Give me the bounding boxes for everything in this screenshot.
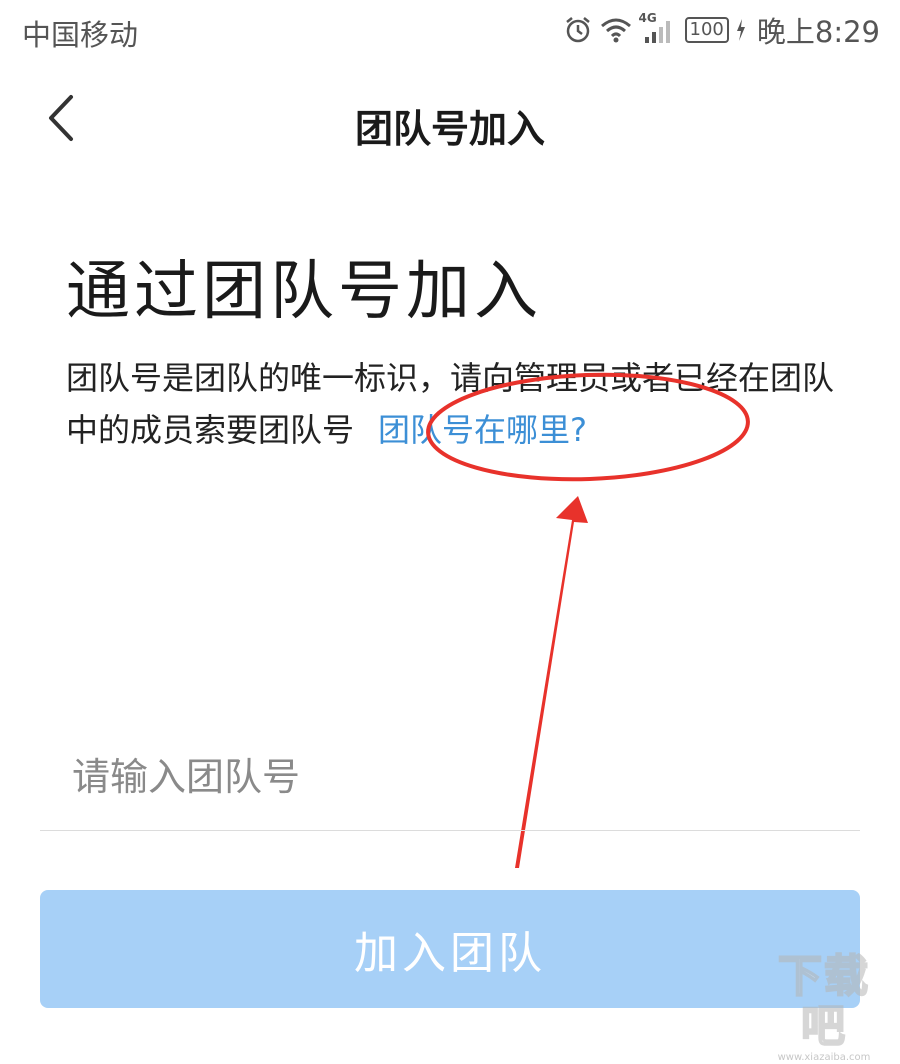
battery-level: 100 <box>684 17 729 43</box>
signal-icon: 4G <box>639 11 679 45</box>
team-number-help-link[interactable]: 团队号在哪里? <box>378 411 587 449</box>
wifi-icon <box>599 16 633 44</box>
nav-bar: 团队号加入 <box>0 70 900 180</box>
team-number-field <box>40 730 860 831</box>
charging-icon <box>735 18 747 42</box>
watermark-logo: 下载吧 <box>777 951 870 1053</box>
network-type-label: 4G <box>638 11 657 25</box>
carrier-name: 中国移动 <box>22 18 139 52</box>
status-icons: 4G 100 晚上8:29 <box>563 10 880 50</box>
join-team-button[interactable]: 加入团队 <box>40 890 860 1008</box>
description-block: 团队号是团队的唯一标识，请向管理员或者已经在团队中的成员索要团队号 团队号在哪里? <box>66 352 856 456</box>
watermark: 下载吧 www.xiazaiba.com <box>756 951 892 1064</box>
alarm-icon <box>563 15 593 45</box>
section-heading: 通过团队号加入 <box>66 255 542 329</box>
battery-icon: 100 <box>684 17 729 43</box>
clock-time: 晚上8:29 <box>756 15 880 49</box>
page-title: 团队号加入 <box>354 107 545 151</box>
team-number-input[interactable] <box>70 746 834 808</box>
status-bar: 中国移动 4G 100 晚上8:29 <box>0 0 900 64</box>
watermark-url: www.xiazaiba.com <box>777 1052 871 1063</box>
